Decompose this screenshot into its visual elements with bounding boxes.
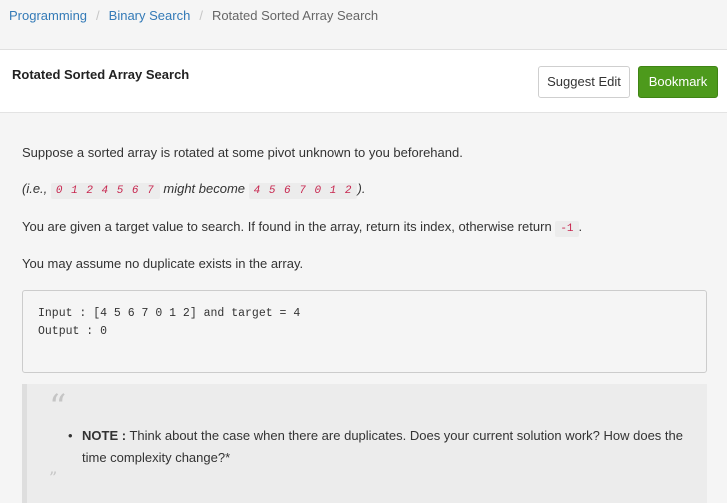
description-paragraph: You are given a target value to search. … (22, 216, 582, 240)
breadcrumb: Programming / Binary Search / Rotated Sorted… (9, 7, 378, 24)
example-prefix: (i.e., (22, 181, 48, 196)
note-text: Think about the case when there are dupl… (82, 428, 683, 465)
problem-title: Rotated Sorted Array Search (12, 67, 190, 82)
suggest-edit-button[interactable]: Suggest Edit (538, 66, 630, 98)
inline-code: -1 (555, 221, 579, 237)
problem-header: Rotated Sorted Array Search Suggest Edit… (0, 49, 727, 113)
example-code-block: Input : [4 5 6 7 0 1 2] and target = 4 O… (22, 290, 707, 373)
close-quote-icon: ” (49, 468, 58, 487)
note-label: NOTE : (82, 428, 127, 443)
example-suffix: ). (357, 181, 366, 196)
breadcrumb-current: Rotated Sorted Array Search (211, 8, 379, 23)
open-quote-icon: “ (49, 387, 67, 427)
code-output-line: Output : 0 (38, 325, 108, 338)
inline-code: 0 1 2 4 5 6 7 (50, 183, 160, 199)
description-example-line: (i.e., 0 1 2 4 5 6 7 might become 4 5 6 … (22, 178, 365, 202)
return-suffix: . (578, 219, 583, 234)
breadcrumb-separator: / (199, 8, 203, 23)
example-mid: might become (163, 181, 246, 196)
bookmark-button[interactable]: Bookmark (638, 66, 718, 98)
description-paragraph: You may assume no duplicate exists in th… (22, 256, 304, 271)
return-text: You are given a target value to search. … (22, 219, 552, 234)
note-list-item: • NOTE : Think about the case when there… (68, 425, 702, 469)
description-paragraph: Suppose a sorted array is rotated at som… (22, 145, 463, 160)
code-input-line: Input : [4 5 6 7 0 1 2] and target = 4 (38, 307, 301, 320)
note-blockquote: “ • NOTE : Think about the case when the… (22, 384, 707, 503)
inline-code: 4 5 6 7 0 1 2 (248, 183, 358, 199)
breadcrumb-programming[interactable]: Programming (9, 8, 87, 23)
breadcrumb-binary-search[interactable]: Binary Search (109, 8, 191, 23)
breadcrumb-separator: / (96, 8, 100, 23)
bullet-icon: • (68, 428, 73, 443)
